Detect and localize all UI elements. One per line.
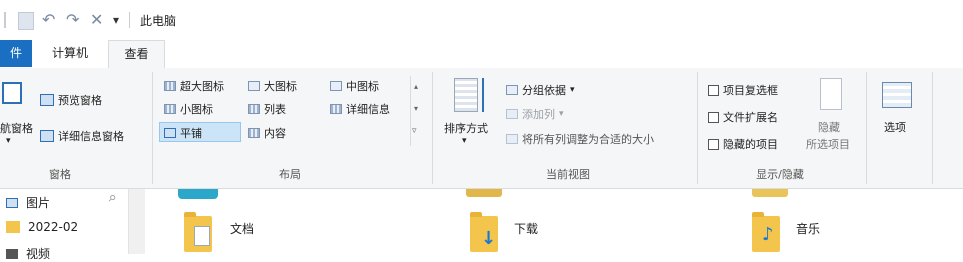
redo-icon[interactable]: ↷ [66, 10, 79, 29]
sort-by-button[interactable]: 排序方式 [444, 120, 488, 136]
tab-computer[interactable]: 计算机 [40, 40, 100, 67]
group-by-button[interactable]: 分组依据 ▾ [506, 82, 575, 98]
checkbox[interactable] [708, 111, 719, 123]
layout-extra-large-icons[interactable]: 超大图标 [164, 78, 224, 94]
chevron-down-icon[interactable]: ▾ [6, 136, 11, 146]
extra-large-icons-icon [164, 81, 176, 91]
navigation-pane-icon[interactable] [2, 82, 22, 104]
folder-label-downloads[interactable]: 下载 [514, 220, 538, 237]
list-icon [248, 104, 260, 114]
folder-icon [6, 221, 20, 233]
preview-pane-button[interactable]: 预览窗格 [40, 92, 102, 108]
divider [432, 72, 433, 184]
divider [932, 72, 933, 184]
music-folder-icon[interactable]: ♪ [752, 212, 780, 252]
layout-content[interactable]: 内容 [248, 125, 286, 141]
qat-separator [4, 12, 6, 28]
navigation-pane-button[interactable]: 航窗格 [0, 120, 33, 136]
folder-label-documents[interactable]: 文档 [230, 220, 254, 237]
details-pane-button[interactable]: 详细信息窗格 [40, 128, 124, 144]
sort-arrow-icon [482, 78, 484, 112]
large-icons-icon [248, 81, 260, 91]
size-columns-icon [506, 134, 518, 144]
options-icon[interactable] [882, 82, 912, 108]
layout-large-icons[interactable]: 大图标 [248, 78, 297, 94]
document-icon [194, 226, 210, 246]
sort-icon[interactable] [454, 78, 478, 112]
layout-details[interactable]: 详细信息 [330, 101, 390, 117]
hidden-items-toggle[interactable]: 隐藏的项目 [708, 136, 778, 152]
divider [866, 72, 867, 184]
title-bar: ↶ ↷ ✕ ▾ 此电脑 [0, 0, 963, 40]
title-separator [129, 12, 130, 28]
hide-selected-icon[interactable] [820, 78, 842, 110]
checkbox[interactable] [708, 84, 719, 96]
chevron-down-icon: ▾ [570, 85, 575, 95]
download-arrow-icon: ↓ [481, 228, 497, 249]
preview-pane-icon [40, 94, 54, 106]
window-title: 此电脑 [140, 14, 177, 28]
delete-icon[interactable]: ✕ [90, 10, 103, 29]
scroll-up-icon[interactable]: ▴ [414, 82, 418, 91]
tab-file[interactable]: 件 [0, 40, 32, 67]
group-by-icon [506, 85, 518, 95]
chevron-down-icon[interactable]: ▾ [462, 136, 467, 146]
group-label-show-hide: 显示/隐藏 [756, 168, 804, 181]
nav-scrollbar[interactable] [128, 189, 145, 254]
expand-icon[interactable]: ▿ [412, 126, 417, 136]
chevron-down-icon: ▾ [559, 109, 564, 119]
medium-icons-icon [330, 81, 342, 91]
ribbon-tabs: 件 计算机 查看 [0, 40, 963, 69]
folder-top-partial-icon [752, 189, 788, 197]
add-columns-button[interactable]: 添加列 ▾ [506, 106, 564, 122]
group-label-layout: 布局 [279, 168, 301, 181]
group-label-panes: 窗格 [49, 168, 71, 181]
documents-folder-icon[interactable] [184, 212, 212, 252]
music-note-icon: ♪ [762, 224, 774, 245]
options-button[interactable]: 选项 [884, 119, 906, 135]
folder-top-partial-icon [178, 189, 218, 199]
nav-item-pictures[interactable]: 图片 [6, 194, 50, 211]
hide-selected-sublabel: 所选项目 [806, 138, 850, 151]
checkbox[interactable] [708, 138, 719, 150]
tab-view[interactable]: 查看 [108, 40, 165, 69]
ribbon: 航窗格 ▾ 预览窗格 详细信息窗格 窗格 超大图标 大图标 中图标 小图标 列表… [0, 68, 963, 189]
navigation-pane: 图片 ⚲ 2022-02 视频 [0, 189, 128, 261]
layout-medium-icons[interactable]: 中图标 [330, 78, 379, 94]
layout-small-icons[interactable]: 小图标 [164, 101, 213, 117]
divider [152, 72, 153, 184]
downloads-folder-icon[interactable]: ↓ [470, 212, 498, 252]
pin-icon[interactable]: ⚲ [105, 193, 117, 205]
layout-list[interactable]: 列表 [248, 101, 286, 117]
folder-label-music[interactable]: 音乐 [796, 220, 820, 237]
file-extensions-toggle[interactable]: 文件扩展名 [708, 109, 778, 125]
content-icon [248, 128, 260, 138]
tiles-icon [164, 128, 176, 138]
undo-icon[interactable]: ↶ [42, 10, 55, 29]
item-checkboxes-toggle[interactable]: 项目复选框 [708, 82, 778, 98]
details-icon [330, 104, 342, 114]
properties-icon[interactable] [18, 12, 34, 30]
hide-selected-button[interactable]: 隐藏 [818, 119, 840, 135]
size-all-columns-button[interactable]: 将所有列调整为合适的大小 [506, 131, 654, 147]
divider [697, 72, 698, 184]
nav-item-2022-02[interactable]: 2022-02 [6, 220, 78, 234]
layout-tiles[interactable]: 平铺 [164, 125, 202, 141]
qat-dropdown-icon[interactable]: ▾ [113, 13, 119, 27]
small-icons-icon [164, 104, 176, 114]
details-pane-icon [40, 130, 54, 142]
pictures-icon [6, 197, 18, 208]
group-label-current-view: 当前视图 [546, 168, 590, 181]
folder-top-partial-icon [466, 189, 502, 197]
add-columns-icon [506, 109, 518, 119]
scroll-down-icon[interactable]: ▾ [414, 104, 418, 113]
